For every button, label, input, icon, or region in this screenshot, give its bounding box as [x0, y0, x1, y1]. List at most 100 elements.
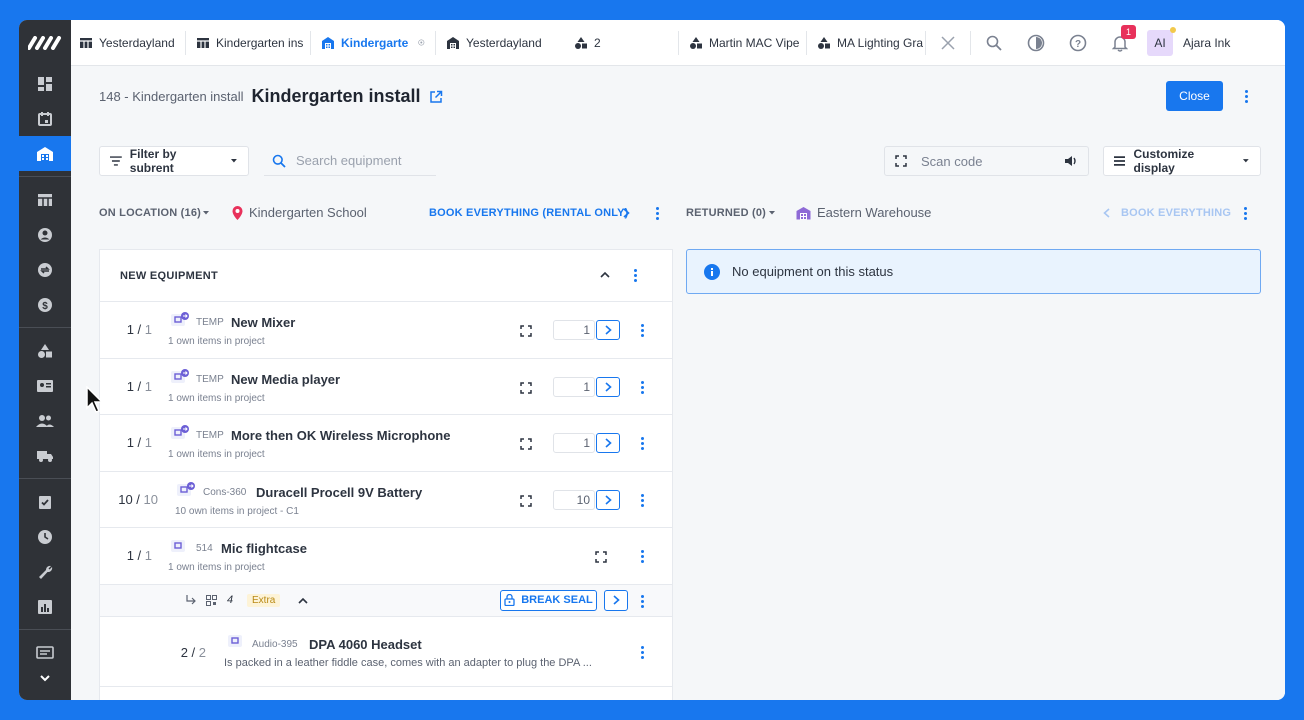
book-everything-rental-button[interactable]: BOOK EVERYTHING (RENTAL ONLY)	[429, 207, 629, 219]
scan-code-input[interactable]: Scan code	[884, 146, 1089, 176]
scan-icon[interactable]	[520, 494, 532, 507]
status-right-more-icon[interactable]	[1240, 207, 1250, 220]
external-link-icon[interactable]	[429, 90, 443, 104]
row-more-icon[interactable]	[637, 380, 647, 394]
table-row[interactable]: 1 / 1 TEMP More then OK Wireless Microph…	[100, 415, 672, 472]
clipboard-check-icon[interactable]	[19, 484, 71, 519]
quantity-input[interactable]: 1	[553, 433, 595, 453]
audio-equipment-icon	[228, 634, 242, 647]
exchange-icon[interactable]	[19, 252, 71, 287]
theme-icon[interactable]	[1015, 20, 1057, 66]
tab-shapes-2[interactable]: 2	[560, 20, 676, 66]
equipment-temp-icon	[171, 368, 189, 383]
sidebar-divider	[19, 629, 71, 630]
equipment-consumable-icon	[177, 481, 195, 496]
dollar-icon[interactable]: $	[19, 287, 71, 322]
item-name[interactable]: More then OK Wireless Microphone	[231, 428, 450, 443]
table-nav-icon[interactable]	[19, 182, 71, 217]
close-all-tabs-icon[interactable]	[928, 20, 968, 66]
row-more-icon[interactable]	[637, 550, 647, 563]
map-pin-icon	[232, 205, 243, 220]
move-right-button[interactable]	[604, 589, 628, 611]
break-seal-button[interactable]: BREAK SEAL	[500, 589, 597, 611]
breadcrumb[interactable]: 148 - Kindergarten install	[99, 89, 244, 104]
caret-down-icon[interactable]	[202, 210, 210, 216]
quantity-input[interactable]: 1	[553, 320, 595, 340]
table-row[interactable]: 2 / 2 Audio-395 DPA 4060 Headset Is pack…	[100, 617, 672, 687]
tab-martin-mac-viper[interactable]: Martin MAC Vipe	[681, 20, 804, 66]
wrench-icon[interactable]	[19, 554, 71, 589]
location-kindergarten[interactable]: Kindergarten School	[232, 205, 367, 220]
clock-icon[interactable]	[19, 519, 71, 554]
search-icon[interactable]	[973, 20, 1015, 66]
row-more-icon[interactable]	[637, 493, 647, 507]
volume-icon[interactable]	[1064, 155, 1078, 167]
close-button[interactable]: Close	[1166, 81, 1223, 111]
scan-icon[interactable]	[520, 325, 532, 337]
scan-icon[interactable]	[520, 438, 532, 450]
shapes-nav-icon[interactable]	[19, 333, 71, 368]
move-right-button[interactable]	[596, 489, 620, 510]
user-name[interactable]: Ajara Ink	[1183, 36, 1230, 50]
item-name[interactable]: New Media player	[231, 372, 340, 387]
quantity-input[interactable]: 1	[553, 376, 595, 397]
header-more-icon[interactable]	[1241, 90, 1251, 103]
move-right-button[interactable]	[596, 433, 620, 453]
tab-yesterdayland-warehouse[interactable]: Yesterdayland	[438, 20, 560, 66]
on-location-dropdown[interactable]: ON LOCATION (16)	[99, 207, 201, 219]
panel-more-icon[interactable]	[630, 269, 640, 282]
returned-dropdown[interactable]: RETURNED (0)	[686, 207, 766, 219]
help-icon[interactable]: ?	[1057, 20, 1099, 66]
app-logo[interactable]	[19, 20, 71, 66]
search-input[interactable]: Search equipment	[264, 146, 436, 176]
calendar-icon[interactable]	[19, 101, 71, 136]
table-row[interactable]	[100, 687, 672, 701]
row-more-icon[interactable]	[637, 645, 647, 659]
table-row[interactable]: 10 / 10 Cons-360 Duracell Procell 9V Bat…	[100, 472, 672, 528]
avatar[interactable]: AI	[1147, 26, 1176, 56]
table-row[interactable]: 1 / 1 TEMP New Media player 1 own items …	[100, 359, 672, 415]
chevron-right-icon[interactable]	[623, 208, 630, 218]
filter-by-subrent-button[interactable]: Filter by subrent	[99, 146, 249, 176]
status-left-more-icon[interactable]	[652, 207, 662, 220]
dashboard-icon[interactable]	[19, 66, 71, 101]
item-name[interactable]: New Mixer	[231, 315, 295, 330]
report-icon[interactable]	[19, 589, 71, 624]
contact-icon[interactable]	[19, 217, 71, 252]
customize-display-button[interactable]: Customize display	[1103, 146, 1261, 176]
row-more-icon[interactable]	[637, 324, 647, 337]
chat-icon[interactable]	[19, 635, 71, 670]
table-row[interactable]: 1 / 1 514 Mic flightcase 1 own items in …	[100, 528, 672, 585]
shapes-icon	[575, 36, 587, 49]
warehouse-nav-icon[interactable]	[19, 136, 71, 171]
subrow-more-icon[interactable]	[637, 594, 647, 608]
quantity-input[interactable]: 10	[553, 489, 595, 510]
row-more-icon[interactable]	[637, 437, 647, 450]
item-name[interactable]: Duracell Procell 9V Battery	[256, 485, 422, 500]
tab-yesterdayland[interactable]: Yesterdayland	[71, 20, 183, 66]
caret-down-icon[interactable]	[768, 210, 776, 216]
collapse-chevron-icon[interactable]	[600, 271, 610, 278]
item-name[interactable]: Mic flightcase	[221, 541, 307, 556]
truck-icon[interactable]	[19, 438, 71, 473]
filter-icon	[110, 156, 122, 166]
table-row[interactable]: 1 / 1 TEMP New Mixer 1 own items in proj…	[100, 302, 672, 359]
bell-icon[interactable]: 1	[1099, 20, 1141, 66]
tab-ma-lighting[interactable]: MA Lighting Grar	[809, 20, 923, 66]
contact-card-icon[interactable]	[19, 368, 71, 403]
move-right-button[interactable]	[596, 320, 620, 340]
scan-icon[interactable]	[595, 551, 607, 563]
people-icon[interactable]	[19, 403, 71, 438]
item-subtitle: 1 own items in project	[168, 449, 265, 460]
item-name[interactable]: DPA 4060 Headset	[309, 637, 422, 652]
collapse-chevron-icon[interactable]	[298, 597, 308, 604]
tab-kindergarten-install[interactable]: Kindergarten ins	[188, 20, 308, 66]
tab-kindergarten-warehouse[interactable]: Kindergarte	[313, 20, 433, 66]
tab-close-icon[interactable]	[418, 37, 425, 48]
scan-icon[interactable]	[520, 381, 532, 394]
location-eastern-warehouse[interactable]: Eastern Warehouse	[796, 205, 931, 220]
move-right-button[interactable]	[596, 376, 620, 397]
toolbar: Filter by subrent Search equipment Scan …	[99, 146, 1261, 178]
book-everything-button[interactable]: BOOK EVERYTHING	[1121, 207, 1231, 219]
chevron-down-icon[interactable]	[19, 670, 71, 686]
